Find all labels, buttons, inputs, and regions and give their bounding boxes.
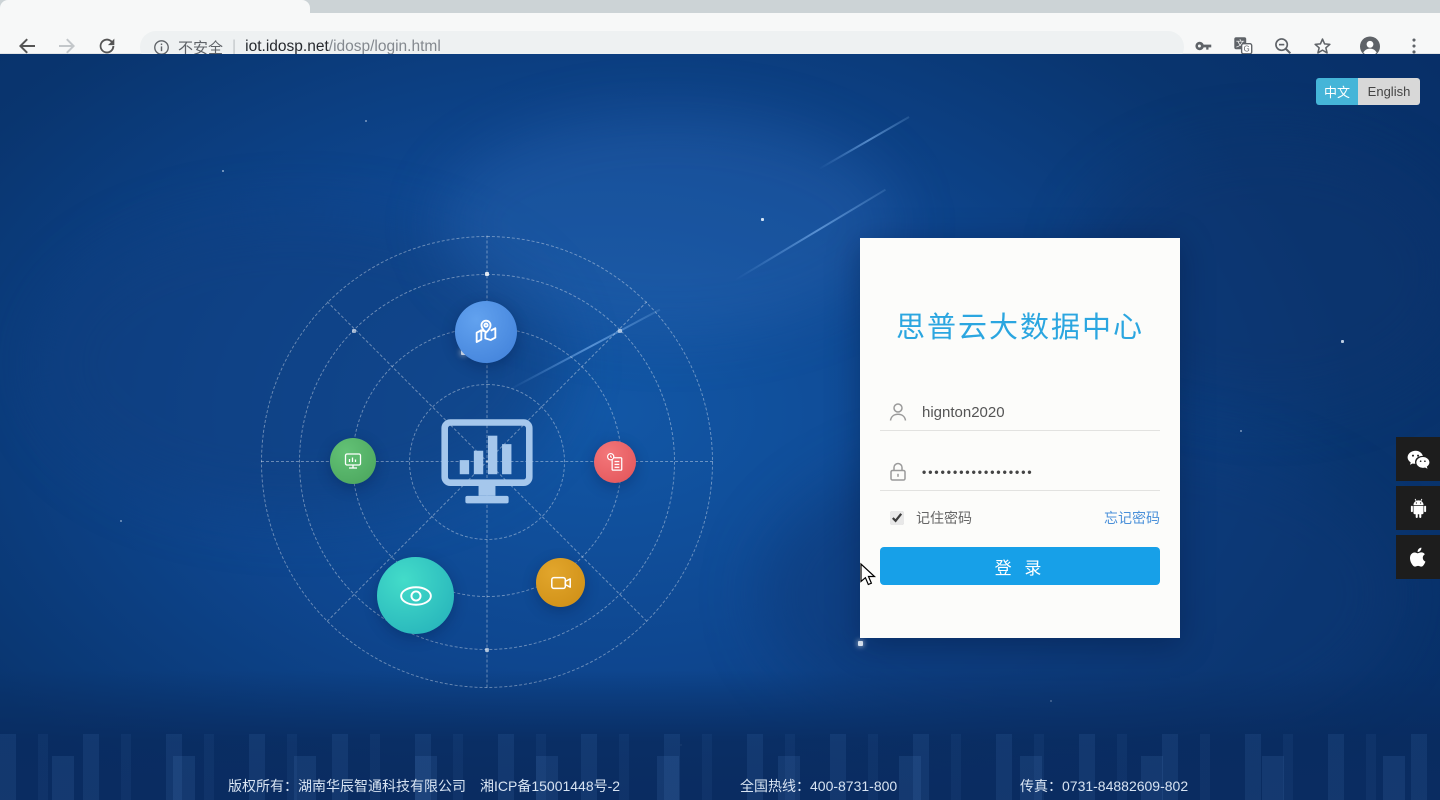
user-icon bbox=[889, 403, 907, 421]
login-button[interactable]: 登 录 bbox=[880, 547, 1160, 585]
star-dot bbox=[1240, 430, 1242, 432]
ring-dot bbox=[485, 648, 489, 652]
satellite-report bbox=[330, 438, 376, 484]
eye-monitoring-icon bbox=[399, 585, 432, 606]
icp-number: 湘ICP备15001448号-2 bbox=[480, 778, 621, 794]
ring-dot bbox=[485, 272, 489, 276]
browser-window: 不安全 | iot.idosp.net/idosp/login.html 文 G bbox=[0, 0, 1440, 800]
light-streak bbox=[818, 116, 910, 170]
star-dot bbox=[858, 641, 863, 646]
username-input[interactable] bbox=[922, 403, 1160, 421]
browser-toolbar: 不安全 | iot.idosp.net/idosp/login.html 文 G bbox=[0, 13, 1440, 63]
ring-dot bbox=[618, 329, 622, 333]
map-pin-icon bbox=[475, 319, 497, 343]
monitor-report-icon bbox=[344, 453, 362, 469]
active-tab[interactable] bbox=[0, 0, 310, 13]
star-dot bbox=[120, 520, 122, 522]
language-english-button[interactable]: English bbox=[1358, 78, 1420, 105]
android-app-button[interactable] bbox=[1396, 486, 1440, 530]
wechat-icon bbox=[1407, 450, 1429, 469]
options-row: 记住密码 忘记密码 bbox=[880, 506, 1160, 530]
username-field-row bbox=[880, 394, 1160, 431]
language-chinese-button[interactable]: 中文 bbox=[1316, 78, 1358, 105]
satellite-records bbox=[594, 441, 636, 483]
svg-text:G: G bbox=[1244, 44, 1250, 53]
wechat-app-button[interactable] bbox=[1396, 437, 1440, 481]
orbit-graphic bbox=[261, 235, 713, 688]
tab-strip bbox=[0, 0, 1440, 13]
video-camera-icon bbox=[550, 576, 571, 589]
forgot-password-link[interactable]: 忘记密码 bbox=[1104, 508, 1160, 528]
footer: 版权所有：湖南华辰智通科技有限公司 湘ICP备15001448号-2 全国热线：… bbox=[0, 776, 1440, 796]
app-dock bbox=[1396, 437, 1440, 579]
remember-label: 记住密码 bbox=[916, 510, 972, 526]
fax-text: 传真：0731-84882609-802 bbox=[1020, 778, 1189, 794]
satellite-map bbox=[455, 301, 517, 363]
apple-icon bbox=[1410, 547, 1426, 567]
star-dot bbox=[761, 218, 764, 221]
star-dot bbox=[365, 120, 367, 122]
login-panel: 思普云大数据中心 记住密码 忘记密码 登 录 bbox=[860, 238, 1180, 638]
star-dot bbox=[222, 170, 224, 172]
password-field-row bbox=[880, 454, 1160, 491]
lock-icon bbox=[890, 462, 906, 481]
star-dot bbox=[1341, 340, 1344, 343]
hotline-text: 全国热线：400-8731-800 bbox=[740, 778, 898, 794]
apple-app-button[interactable] bbox=[1396, 535, 1440, 579]
password-input[interactable] bbox=[922, 465, 1160, 479]
android-icon bbox=[1410, 498, 1426, 518]
document-clock-icon bbox=[606, 452, 622, 471]
satellite-monitoring bbox=[377, 557, 454, 634]
copyright-text: 版权所有：湖南华辰智通科技有限公司 bbox=[228, 778, 466, 794]
login-page: 中文 English 思普云大数据中心 hignton2020 ••••••••… bbox=[0, 54, 1440, 800]
language-toggle: 中文 English bbox=[1316, 78, 1420, 105]
satellite-video bbox=[536, 558, 585, 607]
page-title: 思普云大数据中心 bbox=[895, 312, 1144, 344]
dashboard-monitor-icon bbox=[440, 417, 534, 512]
remember-checkbox[interactable] bbox=[890, 511, 904, 525]
ring-dot bbox=[352, 329, 356, 333]
